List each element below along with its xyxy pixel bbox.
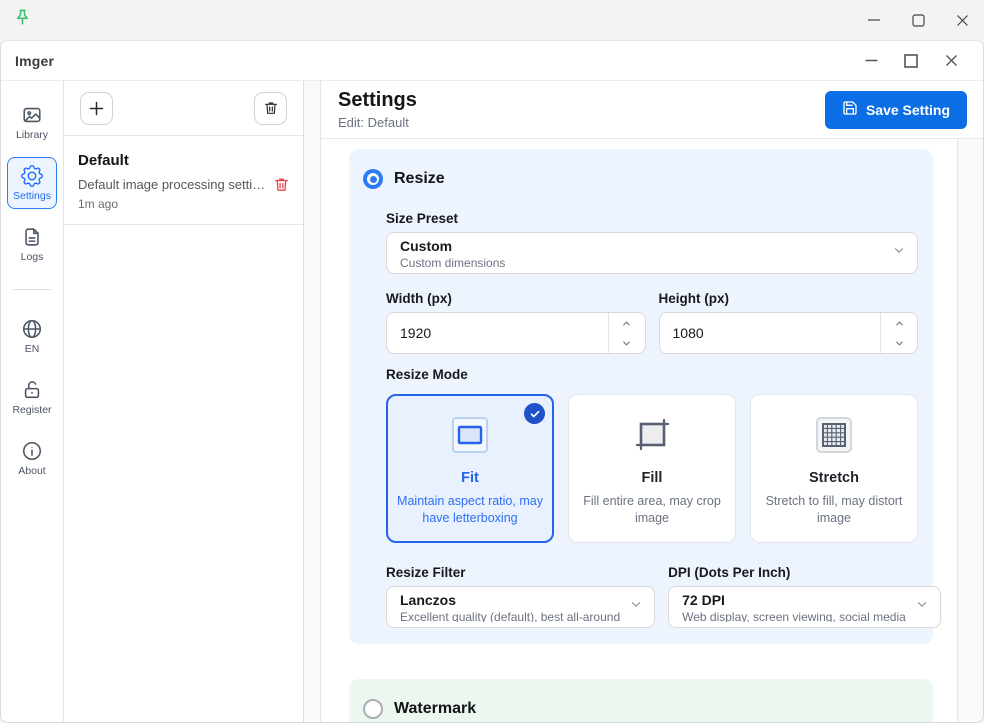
preset-title: Default	[78, 152, 289, 169]
sidebar-item-library[interactable]: Library	[7, 96, 57, 148]
resize-section-title: Resize	[394, 170, 445, 188]
gear-icon	[21, 165, 43, 187]
preset-list-toolbar	[64, 81, 303, 136]
main-header: Settings Edit: Default Save Setting	[321, 81, 983, 139]
mode-card-fill[interactable]: Fill Fill entire area, may crop image	[568, 394, 736, 543]
increment-icon[interactable]	[609, 313, 645, 333]
mode-description: Maintain aspect ratio, may have letterbo…	[397, 493, 543, 528]
resize-filter-description: Excellent quality (default), best all-ar…	[400, 610, 620, 622]
size-preset-value: Custom	[400, 238, 883, 254]
size-preset-select[interactable]: Custom Custom dimensions	[386, 232, 918, 274]
height-input-group	[659, 312, 919, 354]
watermark-radio[interactable]	[363, 699, 383, 719]
main-scrollbar-track[interactable]	[957, 139, 983, 722]
increment-icon[interactable]	[881, 313, 917, 333]
sidebar-item-label: EN	[25, 343, 40, 355]
outer-minimize-button[interactable]	[852, 0, 896, 40]
watermark-section-title: Watermark	[394, 700, 476, 718]
chevron-down-icon	[915, 597, 929, 616]
mode-title: Stretch	[761, 470, 907, 486]
resize-filter-select[interactable]: Lanczos Excellent quality (default), bes…	[386, 586, 655, 628]
width-spinner	[608, 313, 645, 353]
width-label: Width (px)	[386, 291, 646, 306]
sidebar-item-label: Settings	[13, 190, 51, 202]
width-input-group	[386, 312, 646, 354]
page-title: Settings	[338, 89, 417, 112]
dpi-description: Web display, screen viewing, social medi…	[682, 610, 906, 622]
page-subtitle: Edit: Default	[338, 115, 417, 130]
save-setting-label: Save Setting	[866, 102, 950, 118]
outer-titlebar	[0, 0, 984, 40]
app-window: Imger Library	[0, 40, 984, 723]
app-maximize-button[interactable]	[891, 41, 931, 81]
mode-card-stretch[interactable]: Stretch Stretch to fill, may distort ima…	[750, 394, 918, 543]
outer-close-button[interactable]	[940, 0, 984, 40]
mode-card-fit[interactable]: Fit Maintain aspect ratio, may have lett…	[386, 394, 554, 543]
fit-icon	[397, 412, 543, 458]
unlock-icon	[21, 379, 43, 401]
resize-radio[interactable]	[363, 169, 383, 189]
chevron-down-icon	[629, 597, 643, 616]
size-preset-label: Size Preset	[386, 211, 918, 226]
sidebar-item-label: Logs	[21, 251, 44, 263]
check-icon	[524, 403, 545, 424]
delete-presets-button[interactable]	[254, 92, 287, 125]
dpi-value: 72 DPI	[682, 592, 906, 608]
dpi-label: DPI (Dots Per Inch)	[668, 565, 941, 580]
mode-description: Stretch to fill, may distort image	[761, 493, 907, 528]
decrement-icon[interactable]	[609, 333, 645, 353]
decrement-icon[interactable]	[881, 333, 917, 353]
app-close-button[interactable]	[931, 41, 971, 81]
sidebar-item-register[interactable]: Register	[7, 371, 57, 423]
mode-description: Fill entire area, may crop image	[579, 493, 725, 528]
width-input[interactable]	[387, 313, 608, 353]
app-title: Imger	[15, 53, 54, 69]
sidebar-item-about[interactable]: About	[7, 432, 57, 484]
height-label: Height (px)	[659, 291, 919, 306]
stretch-icon	[761, 412, 907, 458]
save-icon	[842, 100, 858, 119]
main-panel: Settings Edit: Default Save Setting	[321, 81, 983, 722]
settings-scroll-area: Resize Size Preset Custom Custom dimensi…	[321, 139, 957, 722]
sidebar-item-label: Register	[12, 404, 51, 416]
height-spinner	[880, 313, 917, 353]
app-minimize-button[interactable]	[851, 41, 891, 81]
size-preset-description: Custom dimensions	[400, 256, 883, 268]
add-preset-button[interactable]	[80, 92, 113, 125]
sidebar-item-logs[interactable]: Logs	[7, 218, 57, 270]
preset-timestamp: 1m ago	[78, 197, 289, 211]
list-scrollbar-track[interactable]	[304, 81, 321, 722]
delete-preset-icon[interactable]	[273, 176, 290, 198]
sidebar-item-settings[interactable]: Settings	[7, 157, 57, 209]
globe-icon	[21, 318, 43, 340]
resize-filter-value: Lanczos	[400, 592, 620, 608]
mode-title: Fill	[579, 470, 725, 486]
sidebar-item-language[interactable]: EN	[7, 310, 57, 362]
save-setting-button[interactable]: Save Setting	[825, 91, 967, 129]
sidebar-item-label: About	[18, 465, 45, 477]
app-titlebar: Imger	[1, 41, 983, 81]
pin-icon	[13, 8, 32, 32]
mode-title: Fit	[397, 470, 543, 486]
resize-section: Resize Size Preset Custom Custom dimensi…	[349, 149, 933, 644]
info-icon	[21, 440, 43, 462]
preset-list-item-default[interactable]: Default Default image processing setting…	[64, 136, 303, 225]
image-icon	[21, 104, 43, 126]
height-input[interactable]	[660, 313, 881, 353]
resize-mode-label: Resize Mode	[386, 367, 918, 382]
outer-maximize-button[interactable]	[896, 0, 940, 40]
chevron-down-icon	[892, 244, 906, 263]
dpi-select[interactable]: 72 DPI Web display, screen viewing, soci…	[668, 586, 941, 628]
sidebar-divider	[13, 289, 51, 290]
fill-icon	[579, 412, 725, 458]
preset-description: Default image processing settings	[78, 177, 266, 192]
sidebar-rail: Library Settings Logs	[1, 81, 64, 722]
watermark-section: Watermark Watermark Type	[349, 679, 933, 723]
resize-filter-label: Resize Filter	[386, 565, 655, 580]
document-icon	[21, 226, 43, 248]
sidebar-item-label: Library	[16, 129, 48, 141]
preset-list-panel: Default Default image processing setting…	[64, 81, 304, 722]
